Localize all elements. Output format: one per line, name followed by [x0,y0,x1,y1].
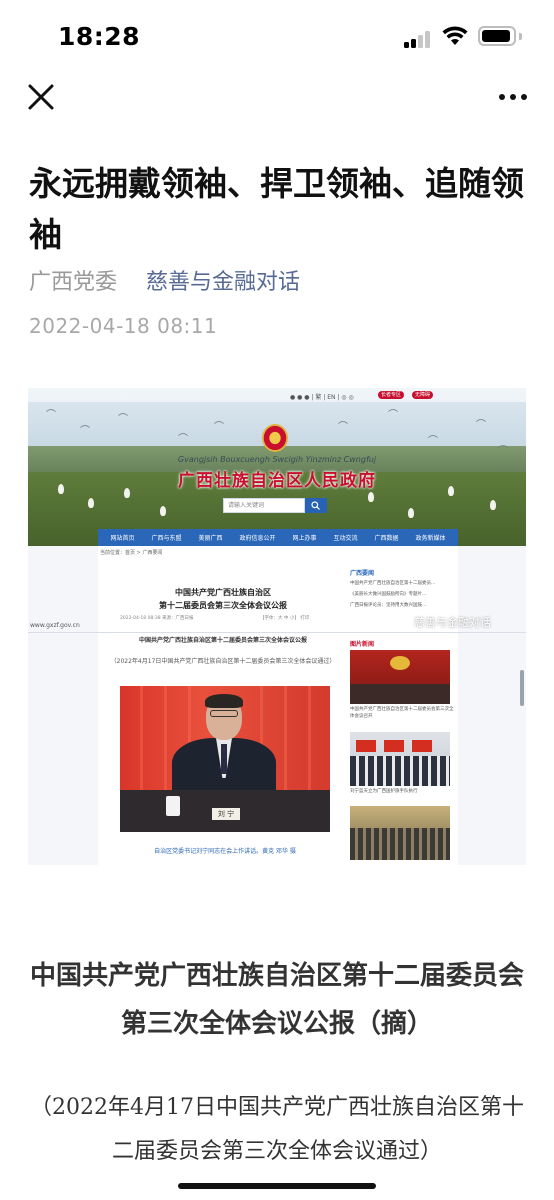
gov-right-item: 广西日报评论员：坚持用大数兴国鼓... [350,603,427,608]
image-scrollbar [520,670,524,706]
body-heading: 中国共产党广西壮族自治区第十二届委员会第三次全体会议公报（摘） [29,961,524,1039]
news-thumbnail [350,650,450,704]
body-subheading: （2022年4月17日中国共产党广西壮族自治区第十二届委员会第三次全体会议通过） [30,1095,524,1164]
cellular-signal-icon [404,28,434,48]
home-indicator[interactable] [178,1183,376,1189]
article-title: 永远拥戴领袖、捍卫领袖、追随领袖 [29,164,524,254]
meeting-photo: 刘 宁 [120,686,330,832]
gov-pic-news-heading: 图片新闻 [350,641,375,648]
egret-decoration [368,492,374,502]
gov-right-item: 中国共产党广西壮族自治区第十二届委员... [350,581,436,586]
bird-decoration: ⌒ [476,420,486,431]
account-name-link[interactable]: 慈善与金融对话 [146,270,300,295]
publish-time: 2022-04-18 08:11 [29,314,218,338]
gov-right-item: 《美丽长大做兴国鼓励所向》专题片... [350,592,427,597]
bird-decoration: ⌒ [80,426,90,437]
gov-site-name: 广西壮族自治区人民政府 [178,471,376,491]
news-thumbnail-caption: 中国共产党广西壮族自治区第十二届委员会第三次全体会议召开 [350,707,454,719]
national-emblem-icon [262,424,288,452]
gov-topbar-links: ● ● ● | 繁 | EN | ◎ ◎ [290,394,354,401]
gov-search-input: 请输入关键词 [223,498,305,513]
bird-decoration: ⌒ [388,410,398,421]
bird-decoration: ⌒ [428,436,438,447]
gov-nav-item: 广西与东盟 [151,535,182,542]
battery-cap [519,33,522,40]
bird-decoration: ⌒ [338,422,348,433]
search-icon [311,501,320,510]
gov-search-button [305,498,327,513]
gov-nav-item: 广西数据 [374,535,399,542]
gov-nav-item: 网站首页 [110,535,135,542]
image-watermark: 慈善与金融对话 [414,616,491,629]
egret-decoration [408,508,414,518]
gov-doc-controls: 【字体：大 中 小】 打印 [260,616,310,621]
gov-nav-item: 政府信息公开 [239,535,276,542]
gov-topbar-button: 无障碍 [412,391,434,399]
gov-doc-title: 中国共产党广西壮族自治区 第十二届委员会第三次全体会议公报 [159,588,287,610]
gov-navbar: 网站首页 广西与东盟 美丽广西 政府信息公开 网上办事 互动交流 广西数据 政务… [98,529,458,546]
gov-doc2-subtitle: （2022年4月17日中国共产党广西壮族自治区第十二届委员会第三次全体会议通过） [110,658,336,665]
teacup-icon [166,796,180,816]
bird-decoration: ⌒ [214,422,224,433]
photo-caption: 自治区党委书记刘宁同志在会上作讲话。黄克 邓华 摄 [154,848,296,855]
status-bar: 18:28 [0,0,554,72]
egret-decoration [88,498,94,508]
gov-site-url: www.gxzf.gov.cn [30,622,80,629]
gov-right-heading: 广西要闻 [350,570,375,577]
gov-nav-item: 网上办事 [292,535,317,542]
more-icon[interactable] [496,86,530,108]
egret-decoration [490,500,496,510]
wifi-icon [442,26,468,45]
article-image[interactable]: ⌒ ⌒ ⌒ ⌒ ⌒ ⌒ ⌒ ⌒ ⌒ ⌒ ● ● ● | 繁 | EN | ◎ ◎… [28,388,526,865]
news-thumbnail-caption: 刘宁蓝天立为广西国护旗手队执行 [350,789,418,794]
battery-icon [478,26,516,46]
bird-decoration: ⌒ [118,414,128,425]
gov-nav-item: 美丽广西 [198,535,223,542]
status-time: 18:28 [58,22,141,51]
gov-topbar-button: 长者专区 [378,391,405,399]
gov-doc-date: 2022-04-18 08:38 来源：广西日报 [120,616,194,621]
gov-nav-item: 互动交流 [333,535,358,542]
article-author: 广西党委 [29,270,118,295]
article-meta: 广西党委 慈善与金融对话 [29,268,300,298]
gov-topbar: ● ● ● | 繁 | EN | ◎ ◎ 长者专区 无障碍 [28,388,526,402]
bird-decoration: ⌒ [178,434,188,445]
gov-breadcrumb: 当前位置：首页 > 广西要闻 [100,550,163,556]
bird-decoration: ⌒ [46,410,56,421]
egret-decoration [160,506,166,516]
gov-doc2-title: 中国共产党广西壮族自治区第十二届委员会第三次全体会议公报 [138,637,307,644]
news-thumbnail [350,806,450,860]
gov-nav-item: 政务新媒体 [415,535,446,542]
nameplate: 刘 宁 [212,808,240,820]
close-icon[interactable] [24,80,58,114]
news-thumbnail [350,732,450,786]
image-divider [28,632,526,633]
gov-site-name-en: Gvangjsih Bouxcuengh Swcigih Yinzminz Cw… [177,455,377,464]
